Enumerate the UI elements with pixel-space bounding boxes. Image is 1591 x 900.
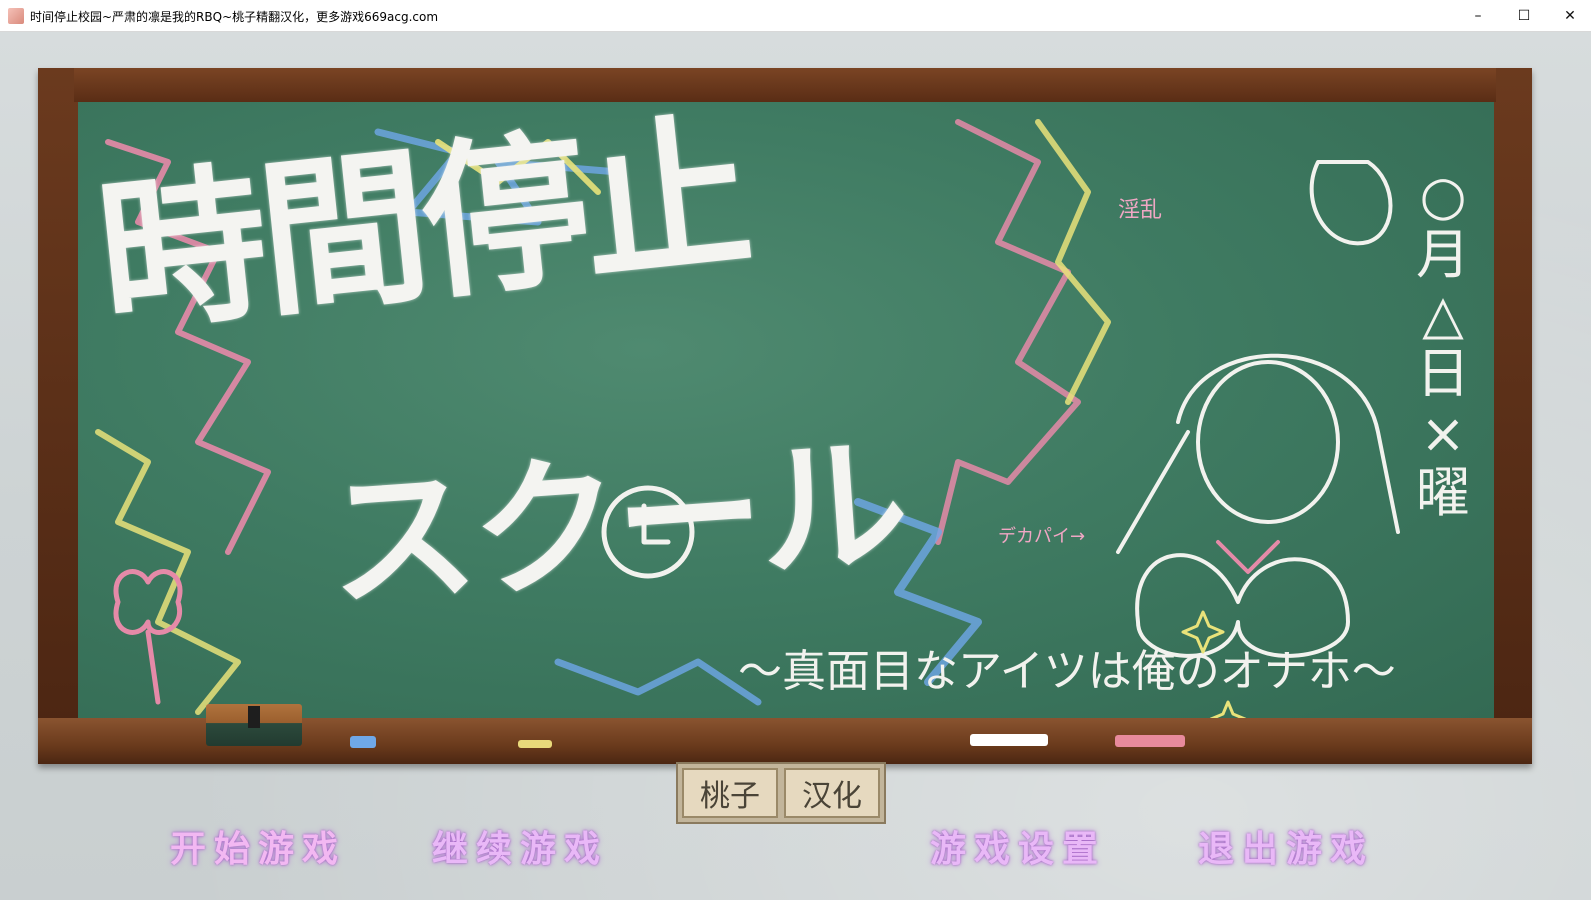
- game-title-line2: スクール: [322, 418, 910, 630]
- bubble-doodle: [1309, 160, 1393, 246]
- start-game-button[interactable]: 开始游戏: [170, 820, 346, 872]
- yellow-chalk: [518, 740, 552, 748]
- maximize-button[interactable]: ☐: [1501, 0, 1547, 31]
- minimize-button[interactable]: –: [1455, 0, 1501, 31]
- eraser-band: [248, 706, 260, 728]
- chalk-note-2: デカパイ→: [998, 526, 1086, 547]
- girl-doodle-head: [1196, 360, 1340, 524]
- translator-sign: 桃子 汉化: [676, 762, 886, 824]
- girl-doodle-body: [1135, 553, 1350, 658]
- white-chalk: [970, 734, 1048, 746]
- window-titlebar: 时间停止校园~严肃的凛是我的RBQ~桃子精翻汉化，更多游戏669acg.com …: [0, 0, 1591, 32]
- chalk-note-1: 淫乱: [1118, 198, 1163, 223]
- sign-tile-2: 汉化: [784, 768, 880, 818]
- chalkboard-frame-top: [74, 68, 1496, 102]
- continue-game-button[interactable]: 继续游戏: [432, 820, 608, 872]
- game-subtitle: ～真面目なアイツは俺のオナホ～: [738, 646, 1396, 697]
- sign-tile-1: 桃子: [682, 768, 778, 818]
- app-icon: [8, 8, 24, 24]
- close-button[interactable]: ✕: [1547, 0, 1591, 31]
- pink-chalk: [1115, 735, 1185, 747]
- chalkboard: 時間停止 スクール ～真面目なアイツは俺のオナホ～ ○月△日×曜 淫乱 デカパイ…: [78, 102, 1494, 718]
- blue-hatch-bottom: [554, 658, 762, 706]
- pink-zigzag-center: [935, 119, 1081, 545]
- game-settings-button[interactable]: 游戏设置: [930, 820, 1106, 872]
- window-title: 时间停止校园~严肃的凛是我的RBQ~桃子精翻汉化，更多游戏669acg.com: [30, 10, 439, 24]
- chalk-date: ○月△日×曜: [1416, 164, 1470, 524]
- star-doodle-2: [1209, 700, 1247, 718]
- exit-game-button[interactable]: 退出游戏: [1198, 820, 1374, 872]
- game-title-screen: 時間停止 スクール ～真面目なアイツは俺のオナホ～ ○月△日×曜 淫乱 デカパイ…: [0, 32, 1591, 900]
- eraser: [206, 704, 302, 746]
- chalkboard-frame: 時間停止 スクール ～真面目なアイツは俺のオナホ～ ○月△日×曜 淫乱 デカパイ…: [38, 68, 1532, 764]
- blue-chalk: [350, 736, 376, 748]
